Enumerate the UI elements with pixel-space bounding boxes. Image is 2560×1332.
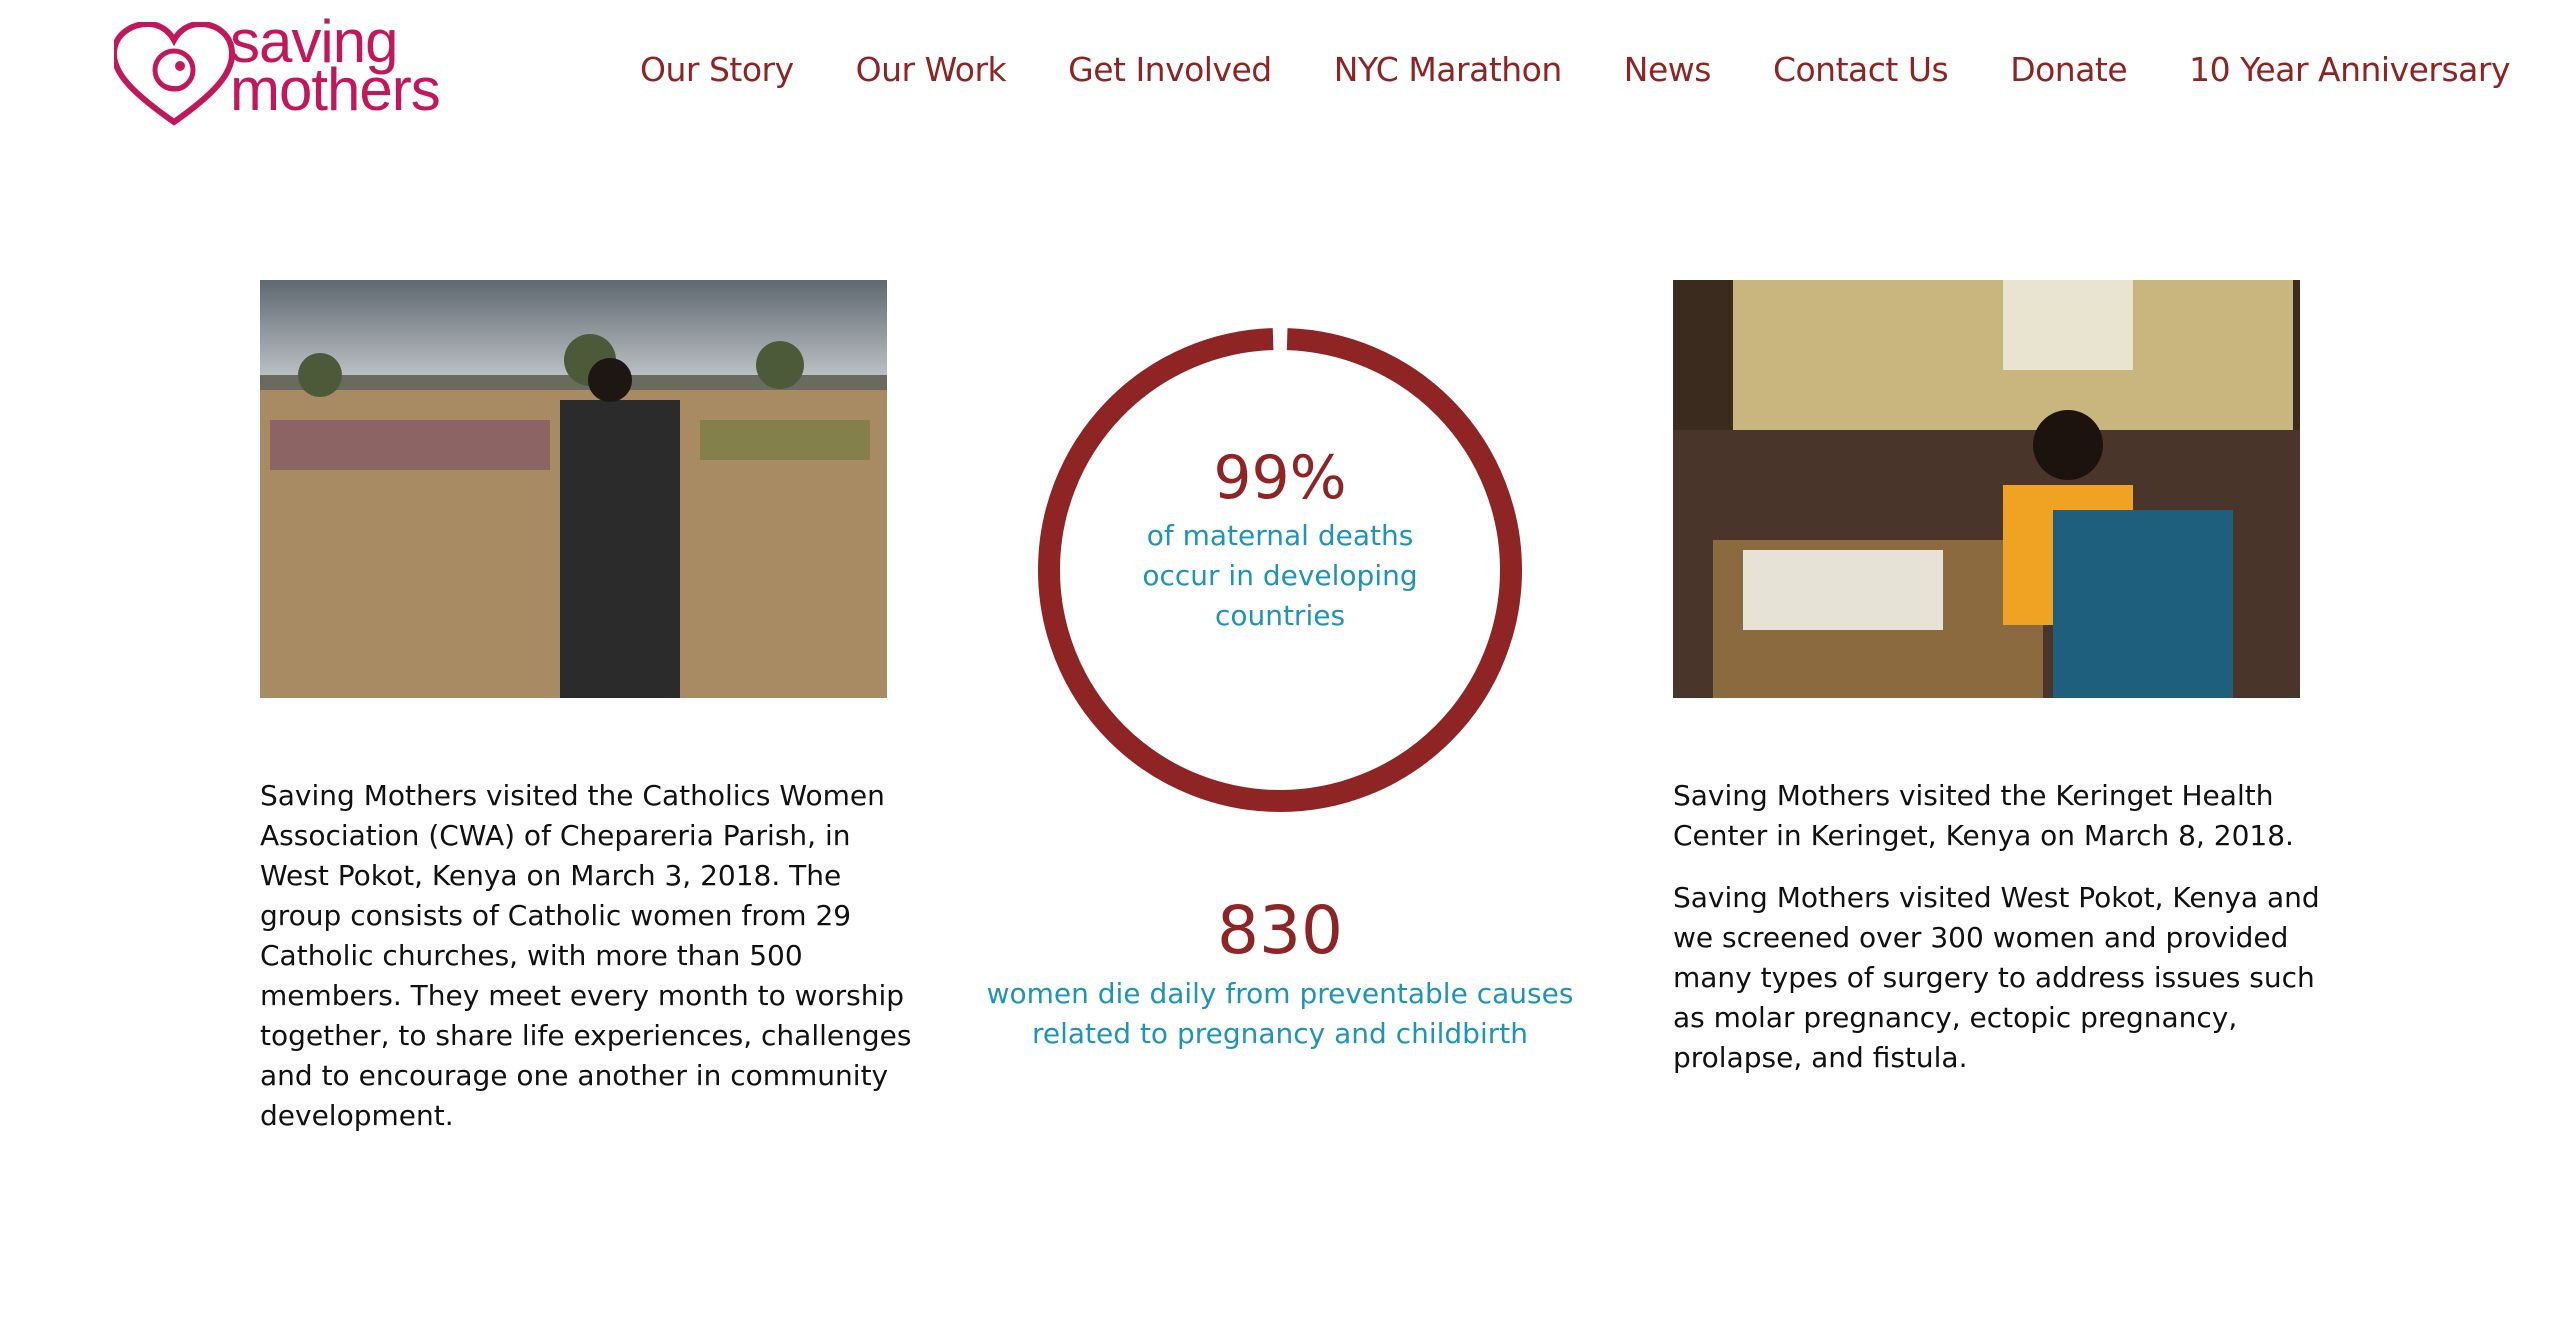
right-description: Saving Mothers visited the Keringet Heal… — [1673, 776, 2333, 1100]
nav-our-work[interactable]: Our Work — [856, 50, 1007, 89]
nav-get-involved[interactable]: Get Involved — [1068, 50, 1272, 89]
nav-contact-us[interactable]: Contact Us — [1773, 50, 1949, 89]
daily-deaths-value: 830 — [1217, 892, 1343, 969]
left-description: Saving Mothers visited the Catholics Wom… — [260, 776, 920, 1158]
nav-10-year-anniversary[interactable]: 10 Year Anniversary — [2189, 50, 2510, 89]
daily-deaths-stat: 830 women die daily from preventable cau… — [960, 888, 1600, 1054]
logo-wordmark: saving mothers — [230, 12, 470, 123]
daily-deaths-caption: women die daily from preventable causes … — [986, 977, 1574, 1050]
nav-donate[interactable]: Donate — [2010, 50, 2127, 89]
nav-news[interactable]: News — [1624, 50, 1712, 89]
ring-caption: of maternal deaths occur in developing c… — [1142, 519, 1418, 632]
main-nav: Our Story Our Work Get Involved NYC Mara… — [640, 50, 2510, 89]
west-pokot-screening-paragraph: Saving Mothers visited West Pokot, Kenya… — [1673, 881, 2320, 1074]
site-header: saving mothers Our Story Our Work Get In… — [0, 0, 2560, 130]
community-meeting-photo — [260, 280, 887, 698]
nav-our-story[interactable]: Our Story — [640, 50, 794, 89]
ring-percent-value: 99% — [1213, 443, 1347, 513]
keringet-visit-paragraph: Saving Mothers visited the Keringet Heal… — [1673, 779, 2294, 852]
health-center-photo — [1673, 280, 2300, 698]
logo-line-mothers: mothers — [230, 56, 441, 123]
ring-label: 99% of maternal deaths occur in developi… — [1038, 440, 1522, 636]
nav-nyc-marathon[interactable]: NYC Marathon — [1334, 50, 1563, 89]
cwa-visit-paragraph: Saving Mothers visited the Catholics Wom… — [260, 779, 912, 1132]
